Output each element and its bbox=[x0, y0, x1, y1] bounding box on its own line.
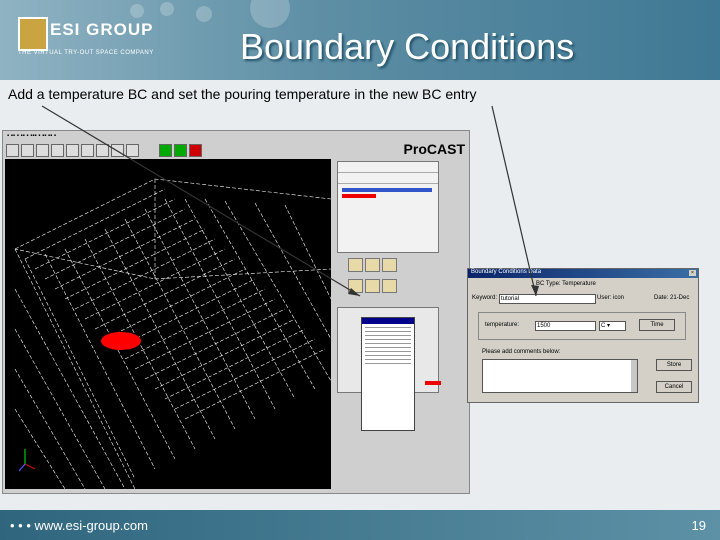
bc-list-panel[interactable] bbox=[337, 161, 439, 253]
unit-select[interactable]: C ▾ bbox=[599, 321, 626, 331]
tool-icon[interactable] bbox=[6, 144, 19, 157]
comments-scrollbar[interactable] bbox=[631, 360, 637, 392]
tool-icon[interactable] bbox=[111, 144, 124, 157]
tool-icon[interactable] bbox=[96, 144, 109, 157]
date-label: Date: 21-Dec bbox=[654, 295, 690, 301]
user-label: User: icon bbox=[597, 295, 625, 301]
red-tool-icon[interactable] bbox=[189, 144, 203, 157]
mesh-drawing bbox=[14, 178, 331, 489]
cancel-button[interactable]: Cancel bbox=[656, 381, 692, 393]
slide-footer: • • • www.esi-group.com 19 bbox=[0, 510, 720, 540]
slide-header: ESI GROUP THE VIRTUAL TRY-OUT SPACE COMP… bbox=[0, 0, 720, 80]
tool-icon[interactable] bbox=[126, 144, 139, 157]
bc-type-icon[interactable] bbox=[348, 258, 363, 272]
bc-entry-highlight bbox=[425, 381, 441, 385]
bc-type-menu[interactable] bbox=[361, 317, 415, 431]
tool-icon[interactable] bbox=[36, 144, 49, 157]
procast-menu-bar: ▪ ▪▪ ▪ ▪▪ ▪ ▪▪▪ ▪ ▪▪ ▪▪ ▪ bbox=[7, 133, 57, 139]
comments-label: Please add comments below: bbox=[482, 349, 561, 355]
selected-menu-item[interactable] bbox=[362, 318, 414, 324]
footer-url[interactable]: • • • www.esi-group.com bbox=[10, 518, 148, 533]
temperature-group: temperature: 1500 C ▾ Time bbox=[478, 312, 686, 340]
logo-text: ESI GROUP bbox=[50, 20, 154, 39]
procast-toolbar bbox=[6, 144, 204, 160]
close-icon[interactable]: × bbox=[689, 270, 696, 276]
bc-type-icon[interactable] bbox=[382, 279, 397, 293]
unit-value: C bbox=[601, 323, 606, 329]
temperature-field[interactable]: 1500 bbox=[535, 321, 596, 331]
esi-logo-icon bbox=[18, 17, 48, 51]
green-tool-icon[interactable] bbox=[159, 144, 173, 157]
bc-type-icon[interactable] bbox=[382, 258, 397, 272]
bc-data-dialog: Boundary Conditions Data × BC Type: Temp… bbox=[467, 268, 699, 403]
logo-subtitle: THE VIRTUAL TRY-OUT SPACE COMPANY bbox=[18, 50, 154, 56]
green-tool-icon[interactable] bbox=[174, 144, 188, 157]
page-number: 19 bbox=[691, 518, 706, 533]
tool-icon[interactable] bbox=[51, 144, 64, 157]
temperature-label: temperature: bbox=[485, 322, 520, 328]
keyword-label: Keyword: bbox=[472, 295, 498, 301]
bc-type-icon[interactable] bbox=[348, 279, 363, 293]
time-button[interactable]: Time bbox=[639, 319, 675, 331]
dialog-title: Boundary Conditions Data bbox=[468, 269, 698, 278]
page-title: Boundary Conditions bbox=[240, 26, 575, 67]
chevron-down-icon: ▾ bbox=[607, 323, 611, 329]
tool-icon[interactable] bbox=[66, 144, 79, 157]
bc-type-icon[interactable] bbox=[365, 279, 380, 293]
bc-icon-grid bbox=[347, 257, 417, 301]
bc-type-label: BC Type: Temperature bbox=[536, 281, 596, 287]
keyword-field[interactable]: tutorial bbox=[499, 294, 596, 304]
tool-icon[interactable] bbox=[21, 144, 34, 157]
tool-icon[interactable] bbox=[81, 144, 94, 157]
procast-brand: ProCAST bbox=[403, 141, 465, 157]
procast-window: ▪ ▪▪ ▪ ▪▪ ▪ ▪▪▪ ▪ ▪▪ ▪▪ ▪ ProCAST bbox=[2, 130, 470, 494]
caption-text: Add a temperature BC and set the pouring… bbox=[8, 86, 477, 102]
comments-textarea[interactable] bbox=[482, 359, 638, 393]
store-button[interactable]: Store bbox=[656, 359, 692, 371]
bc-type-icon[interactable] bbox=[365, 258, 380, 272]
mesh-viewport[interactable] bbox=[5, 159, 331, 489]
hot-spot bbox=[101, 332, 141, 350]
